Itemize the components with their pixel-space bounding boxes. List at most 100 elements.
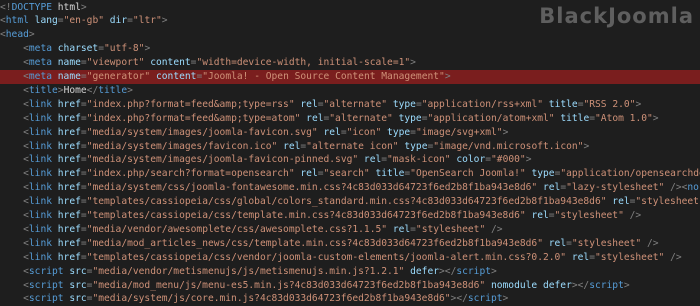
code-line[interactable]: <link href="index.php?format=feed&amp;ty… [0,98,700,112]
code-token: "Joomla! - Open Source Content Managemen… [202,71,445,82]
code-token: href [57,210,81,221]
code-line[interactable]: <head> [0,28,700,42]
code-token: meta [28,71,52,82]
code-line[interactable]: <link href="media/system/images/favicon.… [0,140,700,154]
code-token: > [635,98,642,110]
code-token: "image/svg+xml" [415,126,503,138]
code-token: link [28,196,52,208]
code-line[interactable]: <link href="media/mod_articles_news/css/… [0,237,700,251]
code-token: script [589,279,624,291]
code-line[interactable]: <link href="media/vendor/awesomplete/css… [0,223,700,237]
code-token: name [57,57,81,69]
code-line[interactable]: <link href="index.php/search?format=open… [0,167,700,181]
code-line[interactable]: <link href="templates/cassiopeia/css/tem… [0,209,700,223]
code-token: rel [548,237,567,249]
code-token: rel [323,126,341,138]
code-token: title [560,112,590,124]
code-token: "width=device-width, initial-scale=1" [196,57,411,69]
code-line[interactable]: <meta name="viewport" content="width=dev… [0,56,700,70]
code-line[interactable]: <link href="media/system/css/joomla-font… [0,181,700,195]
code-line[interactable]: <title>Home</title> [0,84,700,98]
code-token: link [28,140,52,152]
code-token: rel [571,251,590,263]
code-line[interactable]: <link href="templates/cassiopeia/css/glo… [0,195,700,209]
code-token: title [375,168,405,180]
code-token: > [652,112,659,124]
code-editor[interactable]: <!DOCTYPE html> <html lang="en-gb" dir="l… [0,0,700,306]
code-token: html [52,1,81,13]
code-line[interactable]: <script src="media/mod_menu/js/menu-es5.… [0,279,700,293]
code-token: /> [670,251,682,263]
code-token: link [28,112,52,124]
code-token: ></ [450,293,468,305]
code-token: "templates/cassiopeia/css/template.min.c… [86,210,526,221]
code-token: link [28,154,52,166]
code-token: link [28,126,52,138]
code-token: > [127,84,133,96]
code-token: href [57,237,81,249]
code-line[interactable]: <link href="templates/cassiopeia/css/ven… [0,251,700,265]
code-token: "application/opensearchdescript [560,168,700,180]
code-line[interactable]: <link href="index.php?format=feed&amp;ty… [0,112,700,126]
code-line[interactable]: <meta charset="utf-8"> [0,42,700,56]
code-token: href [57,154,81,166]
code-token: href [57,196,81,208]
code-token: "stylesheet" [554,210,624,221]
code-token: script [28,265,64,277]
code-token: /> [646,237,659,249]
code-token: type [404,140,428,152]
code-token: </ [86,84,99,96]
code-token: href [57,223,81,235]
code-token: Home [63,84,87,96]
code-token: "Atom 1.0" [595,112,653,124]
code-token: href [57,168,81,180]
code-line[interactable]: <script src="media/system/js/core.min.js… [0,292,700,306]
code-token: ></ [439,265,457,277]
code-token: "lazy-stylesheet" [566,182,665,194]
code-token: src [69,279,87,291]
code-token: > [80,1,87,13]
code-token: "en-gb" [63,15,104,27]
code-token: "media/mod_articles_news/css/template.mi… [86,237,543,249]
code-token: href [57,112,81,124]
code-token: script [456,265,491,277]
code-token: "media/system/js/core.min.js?4c83d033d64… [92,293,451,305]
code-token: script [28,293,64,305]
code-token: charset [57,43,99,55]
code-token: head [5,29,29,41]
code-token: rel [363,154,382,166]
code-line[interactable]: <script src="media/vendor/metismenujs/js… [0,265,700,279]
code-token: "RSS 2.0" [583,98,636,110]
code-token: ></ [571,279,590,291]
code-token: meta [28,57,52,69]
code-token: "media/system/css/joomla-fontawesome.min… [86,182,538,194]
code-token: "stylesheet" [594,251,665,263]
code-token: rel [531,210,549,221]
code-line-highlighted[interactable]: <meta name="generator" content="Joomla! … [0,70,700,84]
code-token: "viewport" [86,57,145,69]
code-token: > [144,43,151,55]
code-line[interactable]: <link href="media/system/images/joomla-f… [0,126,700,140]
code-token: noscript [687,182,700,194]
code-token: "image/vnd.microsoft.icon" [433,140,584,152]
code-token: title [548,98,578,110]
code-token: content [150,57,191,69]
code-line[interactable]: <link href="media/system/images/joomla-f… [0,153,700,167]
code-token: lang [34,15,58,27]
code-token: /> [491,223,503,235]
code-token: script [467,293,503,305]
code-token: "ltr" [132,15,162,27]
code-token: "stylesheet" [571,237,642,249]
code-token: "index.php/search?format=opensearch" [86,168,295,180]
code-token: > [502,126,509,138]
code-token: src [69,293,87,305]
code-token: nomodule [490,279,538,291]
